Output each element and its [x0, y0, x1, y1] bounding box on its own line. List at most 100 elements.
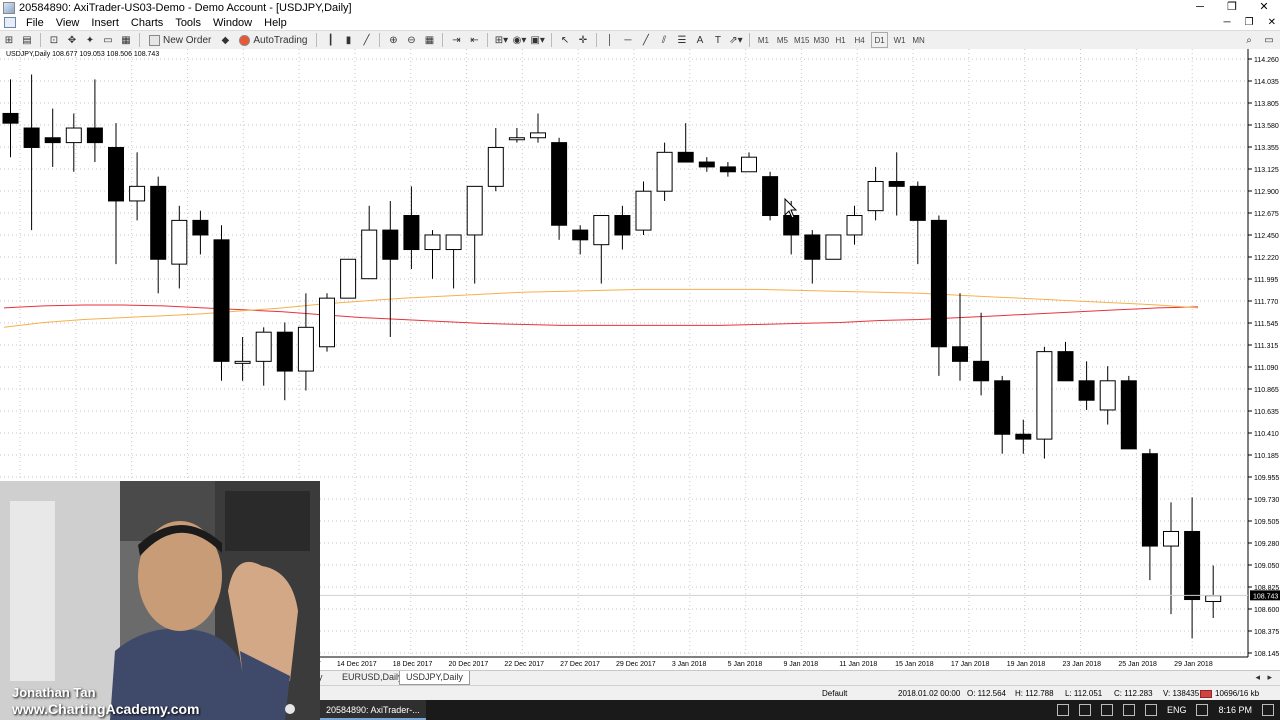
wifi-icon[interactable] [1100, 704, 1113, 716]
meta-editor-icon[interactable]: ◆ [218, 33, 232, 47]
chat-icon[interactable]: ▭ [1262, 33, 1276, 47]
clock[interactable]: 8:16 PM [1218, 705, 1252, 715]
line-chart-icon[interactable]: ╱ [359, 33, 373, 47]
candle-body [973, 360, 990, 382]
label-icon[interactable]: T [711, 33, 725, 47]
price-label: 114.260 [1254, 57, 1279, 64]
new-order-button[interactable]: New Order [146, 33, 214, 47]
minimize-button[interactable]: ─ [1184, 0, 1216, 15]
mdi-minimize-button[interactable]: ─ [1224, 15, 1231, 30]
price-label: 112.900 [1254, 189, 1279, 196]
bar-chart-icon[interactable]: ┃ [323, 33, 337, 47]
menu-window[interactable]: Window [207, 17, 258, 29]
fibonacci-icon[interactable]: ☰ [675, 33, 689, 47]
close-button[interactable]: ✕ [1248, 0, 1280, 15]
keyboard-icon[interactable] [1196, 704, 1209, 716]
candlestick-icon[interactable]: ▮ [341, 33, 355, 47]
status-datetime: 2018.01.02 00:00 [898, 689, 961, 698]
price-label: 112.675 [1254, 211, 1279, 218]
arrows-icon[interactable]: ⇗▾ [729, 33, 743, 47]
timeframe-d1[interactable]: D1 [871, 32, 889, 48]
candle-body [867, 180, 884, 212]
candle-body [466, 185, 483, 236]
mdi-close-button[interactable]: ✕ [1268, 15, 1276, 30]
profiles-icon[interactable]: ▤ [20, 33, 34, 47]
cursor-icon[interactable]: ↖ [558, 33, 572, 47]
text-icon[interactable]: A [693, 33, 707, 47]
periods-icon[interactable]: ◉▾ [512, 33, 527, 47]
zoom-out-icon[interactable]: ⊖ [404, 33, 418, 47]
toolbar-separator [442, 33, 444, 47]
candle-body [1205, 595, 1222, 602]
candle-body [1184, 530, 1201, 601]
timeframe-m1[interactable]: M1 [756, 33, 771, 47]
candle-body [213, 239, 230, 362]
price-label: 109.280 [1254, 541, 1279, 548]
maximize-button[interactable]: ❐ [1216, 0, 1248, 15]
notifications-icon[interactable] [1262, 704, 1274, 716]
terminal-icon[interactable]: ▭ [101, 33, 115, 47]
tab-eurusd-daily[interactable]: EURUSD,Daily [336, 671, 409, 684]
candle-body [635, 190, 652, 231]
timeframe-m15[interactable]: M15 [794, 33, 810, 47]
candle-body [445, 234, 462, 251]
language-indicator[interactable]: ENG [1167, 705, 1187, 715]
price-label: 111.995 [1254, 277, 1278, 284]
timeframe-w1[interactable]: W1 [892, 33, 907, 47]
timeframe-m5[interactable]: M5 [775, 33, 790, 47]
horizontal-line-icon[interactable]: ─ [621, 33, 635, 47]
toolbar-separator [748, 33, 750, 47]
timeframe-mn[interactable]: MN [911, 33, 926, 47]
date-label: 15 Jan 2018 [895, 661, 934, 668]
tabs-scroll-right-icon[interactable]: ▸ [1261, 671, 1278, 684]
status-high: H: 112.788 [1015, 689, 1054, 698]
zoom-in-icon[interactable]: ⊕ [386, 33, 400, 47]
auto-scroll-icon[interactable]: ⇥ [449, 33, 463, 47]
crosshair-icon[interactable]: ✛ [576, 33, 590, 47]
candle-body [1036, 351, 1053, 440]
status-profile: Default [822, 689, 848, 698]
indicators-icon[interactable]: ⊞▾ [494, 33, 508, 47]
channel-icon[interactable]: ⫽ [657, 33, 671, 47]
mdi-restore-button[interactable]: ❐ [1245, 15, 1254, 30]
volume-icon[interactable] [1122, 704, 1135, 716]
menu-charts[interactable]: Charts [125, 17, 169, 29]
menu-insert[interactable]: Insert [85, 17, 125, 29]
strategy-tester-icon[interactable]: ▦ [119, 33, 133, 47]
templates-icon[interactable]: ▣▾ [530, 33, 544, 47]
new-chart-icon[interactable]: ⊞ [2, 33, 16, 47]
candle-body [424, 234, 441, 251]
market-watch-icon[interactable]: ⊡ [47, 33, 61, 47]
menu-help[interactable]: Help [258, 17, 293, 29]
chart-shift-icon[interactable]: ⇤ [467, 33, 481, 47]
timeframe-m30[interactable]: M30 [814, 33, 830, 47]
timeframe-h1[interactable]: H1 [833, 33, 848, 47]
candle-body [1099, 380, 1116, 411]
menu-view[interactable]: View [50, 17, 86, 29]
vertical-line-icon[interactable]: │ [603, 33, 617, 47]
trendline-icon[interactable]: ╱ [639, 33, 653, 47]
timeframe-h4[interactable]: H4 [852, 33, 867, 47]
menu-file[interactable]: File [20, 17, 50, 29]
price-label: 114.035 [1254, 79, 1279, 86]
navigator-icon[interactable]: ✦ [83, 33, 97, 47]
search-icon[interactable]: ⌕ [1242, 33, 1256, 47]
tile-windows-icon[interactable]: ▦ [422, 33, 436, 47]
chevron-up-icon[interactable] [1078, 704, 1091, 716]
candle-body [403, 215, 420, 251]
price-label: 108.145 [1254, 651, 1279, 658]
candle-body [614, 215, 631, 236]
data-window-icon[interactable]: ✥ [65, 33, 79, 47]
document-icon[interactable] [4, 17, 16, 28]
connection-status[interactable]: 10696/16 kb [1200, 689, 1259, 698]
taskbar-app-button[interactable]: 20584890: AxiTrader-... [320, 700, 426, 720]
autotrading-icon [239, 34, 251, 46]
tab-usdjpy-daily[interactable]: USDJPY,Daily [399, 671, 470, 685]
candle-body [994, 380, 1011, 435]
candle-body [1141, 453, 1158, 547]
autotrading-button[interactable]: AutoTrading [236, 33, 310, 47]
candle-body [846, 215, 863, 236]
network-icon[interactable] [1056, 704, 1069, 716]
battery-icon[interactable] [1144, 704, 1157, 716]
menu-tools[interactable]: Tools [169, 17, 207, 29]
